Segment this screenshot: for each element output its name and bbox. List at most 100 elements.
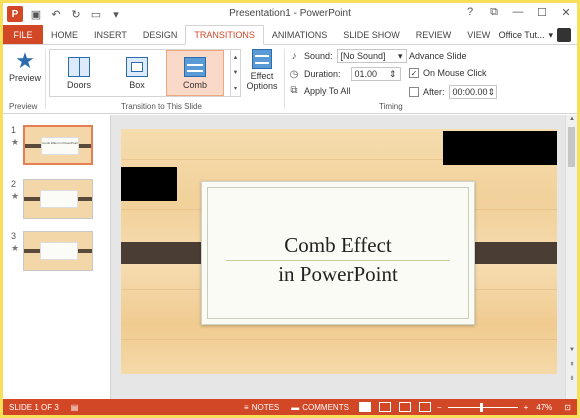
tab-file[interactable]: FILE (3, 25, 43, 45)
slide-show-view-icon[interactable] (418, 402, 431, 412)
vertical-scrollbar[interactable]: ▲ ▼ ⇞ ⇟ (565, 115, 577, 399)
on-mouse-click-label: On Mouse Click (423, 68, 487, 78)
after-checkbox[interactable] (409, 87, 419, 97)
sound-label: Sound: (304, 51, 333, 61)
effect-options-icon (252, 49, 272, 69)
reading-view-icon[interactable] (398, 402, 411, 412)
normal-view-icon[interactable] (358, 402, 371, 412)
duration-spin-icon[interactable]: ⇕ (389, 69, 397, 80)
advance-slide-label: Advance Slide (409, 51, 467, 61)
transition-star-icon: ★ (11, 191, 20, 201)
title-card-border: Comb Effect in PowerPoint (207, 187, 469, 319)
on-mouse-click-row[interactable]: ✓ On Mouse Click (409, 68, 487, 78)
sound-dropdown[interactable]: [No Sound] ▾ (336, 49, 407, 63)
after-row: After: 00:00.00 ⇕ (409, 85, 497, 99)
apply-to-all-button[interactable]: ⧉ Apply To All (288, 85, 350, 96)
after-input[interactable]: 00:00.00 ⇕ (448, 85, 497, 99)
effect-options-label-1: Effect (250, 71, 274, 81)
slide-band-left (121, 242, 209, 264)
tab-review[interactable]: REVIEW (408, 25, 460, 45)
slide-thumbnail[interactable] (23, 179, 93, 219)
duration-value: 01.00 (354, 69, 378, 79)
account-name: Office Tut... (498, 30, 545, 40)
redo-icon[interactable]: ↻ (69, 7, 83, 21)
next-slide-icon[interactable]: ⇟ (566, 375, 577, 382)
slide-number: 2 (11, 179, 17, 189)
thumb-card: Comb Effect in PowerPoint (41, 137, 79, 155)
preview-star-icon: ★ (15, 48, 35, 73)
comments-icon: ▬ (291, 402, 300, 412)
tab-home[interactable]: HOME (43, 25, 86, 45)
close-icon[interactable]: ✕ (559, 6, 573, 19)
gallery-more-icon[interactable]: ▾ (234, 85, 237, 92)
sound-value: [No Sound] (340, 51, 386, 61)
slide-sorter-view-icon[interactable] (378, 402, 391, 412)
title-bar: P ▣ ↶ ↻ ▭ ▾ Presentation1 - PowerPoint ?… (3, 3, 577, 25)
zoom-level[interactable]: 47% (530, 403, 558, 412)
transition-star-icon: ★ (11, 137, 20, 147)
window-controls: ? ⧉ — ☐ ✕ (463, 6, 573, 19)
slide-title-line-2: in PowerPoint (278, 262, 398, 286)
zoom-slider-knob[interactable] (479, 402, 483, 412)
gallery-down-icon[interactable]: ▼ (233, 70, 239, 76)
account-dropdown-icon: ▾ (548, 29, 553, 40)
comb-icon (184, 56, 206, 77)
previous-slide-icon[interactable]: ⇞ (566, 361, 577, 368)
tab-view[interactable]: VIEW (459, 25, 498, 45)
powerpoint-window: P ▣ ↶ ↻ ▭ ▾ Presentation1 - PowerPoint ?… (3, 3, 577, 415)
scroll-down-icon[interactable]: ▼ (566, 347, 577, 353)
help-icon[interactable]: ? (463, 6, 477, 19)
slide-counter: SLIDE 1 OF 3 (9, 402, 59, 412)
undo-icon[interactable]: ↶ (49, 7, 63, 21)
duration-label: Duration: (304, 69, 341, 79)
wood-grain (121, 339, 557, 340)
ribbon-divider (45, 49, 46, 109)
current-slide[interactable]: Comb Effect in PowerPoint (121, 129, 557, 374)
apply-to-all-label: Apply To All (304, 85, 351, 96)
preview-button[interactable]: ★ Preview (5, 49, 45, 95)
status-bar: SLIDE 1 OF 3 ▤ ≡ NOTES ▬ COMMENTS − + 47… (3, 399, 577, 415)
tab-transitions[interactable]: TRANSITIONS (185, 25, 264, 45)
scroll-up-icon[interactable]: ▲ (566, 116, 577, 122)
spelling-check-icon[interactable]: ▤ (65, 403, 85, 412)
customize-toolbar-icon[interactable]: ▾ (109, 7, 123, 21)
effect-options-button[interactable]: Effect Options (243, 49, 281, 99)
transition-doors[interactable]: Doors (50, 50, 108, 96)
tab-design[interactable]: DESIGN (135, 25, 186, 45)
zoom-out-icon[interactable]: − (435, 403, 444, 412)
transition-box[interactable]: Box (108, 50, 166, 96)
tab-slide-show[interactable]: SLIDE SHOW (335, 25, 408, 45)
start-from-beginning-icon[interactable]: ▭ (89, 7, 103, 21)
fit-slide-icon[interactable]: ⊡ (558, 403, 577, 412)
tab-insert[interactable]: INSERT (86, 25, 135, 45)
slide-thumbnail[interactable]: Comb Effect in PowerPoint (23, 125, 93, 165)
transition-comb[interactable]: Comb (166, 50, 224, 96)
zoom-in-icon[interactable]: + (522, 403, 531, 412)
save-icon[interactable]: ▣ (29, 7, 43, 21)
comments-button[interactable]: ▬ COMMENTS (285, 403, 355, 412)
on-mouse-click-checkbox[interactable]: ✓ (409, 68, 419, 78)
chevron-down-icon: ▾ (398, 50, 403, 61)
gallery-scroll[interactable]: ▲ ▼ ▾ (230, 50, 240, 96)
scrollbar-thumb[interactable] (568, 127, 575, 167)
title-card: Comb Effect in PowerPoint (201, 181, 475, 325)
transition-label: Doors (66, 79, 91, 90)
after-spin-icon[interactable]: ⇕ (488, 87, 496, 98)
slide-number: 1 (11, 125, 17, 135)
preview-group-label: Preview (9, 102, 38, 111)
account-menu[interactable]: Office Tut... ▾ (499, 25, 577, 45)
minimize-icon[interactable]: — (511, 6, 525, 19)
notes-button[interactable]: ≡ NOTES (238, 403, 285, 412)
comments-label: COMMENTS (302, 402, 349, 412)
gallery-up-icon[interactable]: ▲ (233, 55, 239, 61)
maximize-icon[interactable]: ☐ (535, 6, 549, 19)
zoom-slider[interactable] (447, 402, 518, 412)
ribbon-display-icon[interactable]: ⧉ (487, 6, 501, 19)
advance-slide-heading: Advance Slide (409, 51, 467, 61)
slide-thumbnail[interactable] (23, 231, 93, 271)
timing-group-label: Timing (379, 102, 403, 111)
slide-thumbnails-panel: 1 ★ Comb Effect in PowerPoint 2 ★ 3 ★ (3, 115, 111, 399)
duration-input[interactable]: 01.00 ⇕ (350, 67, 401, 81)
after-label: After: (423, 87, 445, 97)
tab-animations[interactable]: ANIMATIONS (264, 25, 335, 45)
